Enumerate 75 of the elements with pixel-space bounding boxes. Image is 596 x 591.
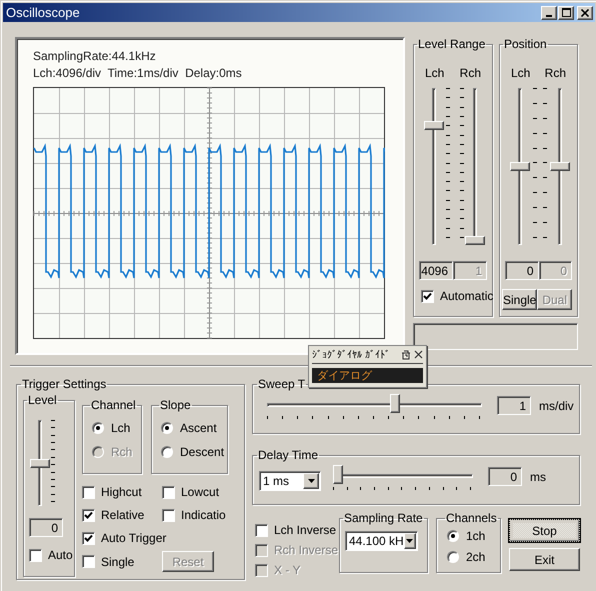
checkbox[interactable] <box>82 486 95 498</box>
delay-range-dropdown[interactable]: 1 ms <box>259 471 321 491</box>
maximize-icon[interactable] <box>558 6 574 20</box>
action-button[interactable]: Exit <box>509 548 580 571</box>
radio-label[interactable]: Lch <box>111 421 130 435</box>
channel-label: Lch <box>425 66 444 80</box>
checkbox-label[interactable]: Single <box>101 554 134 568</box>
value-field[interactable]: 0 <box>488 467 522 486</box>
close-icon[interactable] <box>414 350 423 359</box>
slider-track[interactable] <box>550 88 570 245</box>
radio-label[interactable]: Descent <box>180 445 224 459</box>
group-title: Sweep T <box>257 377 306 391</box>
radio-label[interactable]: Ascent <box>180 421 217 435</box>
unit-label: ms/div <box>539 399 574 413</box>
slider-track[interactable] <box>465 88 485 245</box>
window-title: Oscilloscope <box>6 5 81 20</box>
checkbox-label[interactable]: Indicatio <box>181 508 226 522</box>
checkbox-label[interactable]: Auto Trigger <box>101 531 166 545</box>
info-text: Lch:4096/div Time:1ms/div Delay:0ms <box>33 65 243 82</box>
minimize-icon[interactable] <box>541 6 557 20</box>
slider-thumb[interactable] <box>424 120 444 130</box>
checkbox[interactable] <box>255 524 268 536</box>
checkbox-label[interactable]: Auto <box>48 548 73 562</box>
checkbox-label[interactable]: Highcut <box>101 485 142 499</box>
value-field[interactable]: 1 <box>497 396 531 415</box>
action-button[interactable]: Stop <box>509 519 580 542</box>
mode-button[interactable]: Single <box>502 289 538 310</box>
slider-thumb[interactable] <box>30 458 50 468</box>
group-title: Trigger Settings <box>21 377 108 391</box>
checkbox-label[interactable]: Lch Inverse <box>274 523 336 537</box>
group-title: Sampling Rate <box>343 511 424 525</box>
checkbox[interactable] <box>29 548 42 562</box>
radio-button[interactable] <box>161 422 173 434</box>
group-title: Level Range <box>417 37 486 51</box>
radio-button[interactable] <box>447 550 459 562</box>
checkbox[interactable] <box>82 532 95 544</box>
slider-track[interactable] <box>267 394 482 413</box>
slider-track[interactable] <box>30 420 50 506</box>
slider-track[interactable] <box>333 465 473 484</box>
value-field[interactable]: 0 <box>505 261 538 280</box>
sampling-rate-dropdown[interactable]: 44.100 kH <box>345 531 418 551</box>
channel-label: Rch <box>460 66 481 80</box>
slider-track[interactable] <box>424 88 444 245</box>
group-title: Delay Time <box>257 448 320 462</box>
checkbox[interactable] <box>162 508 175 522</box>
group-title: Channel <box>90 398 137 412</box>
value-field[interactable]: 0 <box>29 518 63 537</box>
group-title: Position <box>503 37 548 51</box>
pin-icon[interactable] <box>401 350 411 360</box>
menu-item[interactable]: ダイアログ <box>312 368 423 383</box>
channel-label: Rch <box>544 66 566 80</box>
radio-label[interactable]: 2ch <box>466 550 486 564</box>
slider-thumb[interactable] <box>510 162 530 171</box>
slider-track[interactable] <box>510 88 530 245</box>
radio-button[interactable] <box>92 422 104 434</box>
radio-label[interactable]: 1ch <box>466 528 486 542</box>
checkbox[interactable] <box>421 290 434 302</box>
checkbox-label[interactable]: Automatic <box>440 289 494 303</box>
radio-button[interactable] <box>447 530 459 542</box>
group-title: Channels <box>445 511 498 525</box>
group-title: Level <box>27 393 58 407</box>
checkbox[interactable] <box>162 486 175 498</box>
info-text: SamplingRate:44.1kHz <box>33 48 157 65</box>
group-title: Slope <box>159 398 192 412</box>
slider-thumb[interactable] <box>333 465 343 484</box>
checkbox-label[interactable]: Lowcut <box>181 485 220 499</box>
checkbox-label[interactable]: Relative <box>101 508 144 522</box>
slider-thumb[interactable] <box>390 394 400 413</box>
value-field[interactable]: 4096 <box>419 261 453 280</box>
checkbox[interactable] <box>82 555 95 568</box>
checkbox[interactable] <box>82 508 95 522</box>
popup-title: ｼﾞｮｸﾞﾀﾞｲﾔﾙ ｶﾞｲﾄﾞ <box>312 348 392 360</box>
radio-button[interactable] <box>161 446 173 458</box>
unit-label: ms <box>530 470 546 484</box>
channel-label: Lch <box>511 66 530 80</box>
